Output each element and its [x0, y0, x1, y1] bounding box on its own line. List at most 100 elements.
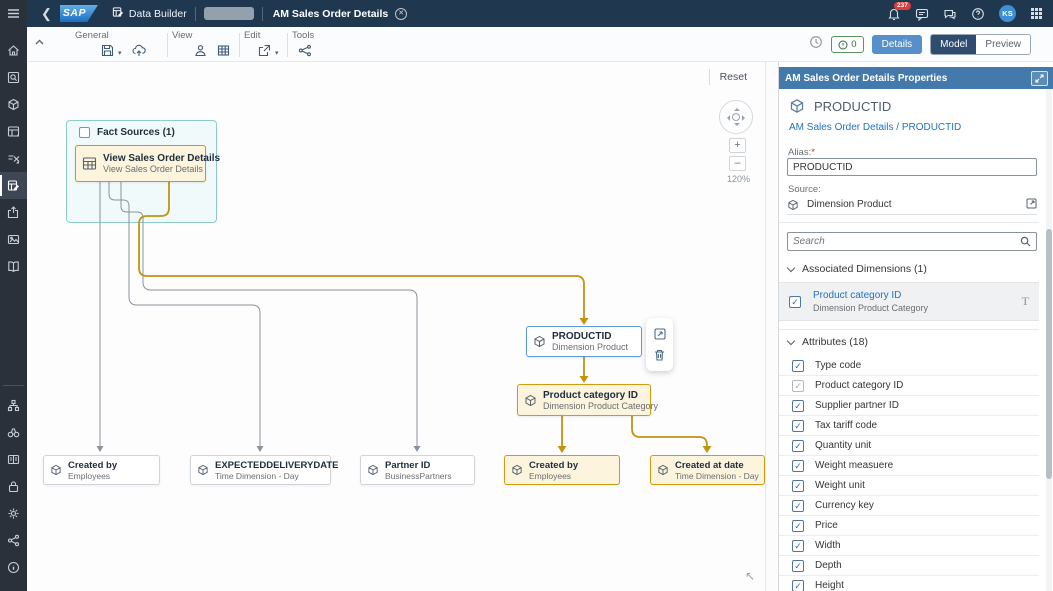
user-avatar[interactable]: KS [999, 5, 1016, 22]
edit-menu-chevron[interactable]: ▾ [275, 49, 279, 57]
dimension-node[interactable]: Created by Employees [43, 455, 160, 485]
attribute-row[interactable]: Price [779, 516, 1039, 536]
scrollbar-thumb[interactable] [1046, 229, 1052, 479]
attribute-row[interactable]: Height [779, 576, 1039, 591]
table-builder-icon[interactable] [0, 118, 27, 145]
export-edit-icon[interactable] [258, 44, 271, 62]
attribute-row[interactable]: Type code [779, 356, 1039, 376]
dimension-node[interactable]: Created at date Time Dimension - Day [650, 455, 765, 485]
open-tab-title[interactable]: AM Sales Order Details [273, 8, 389, 20]
dimension-cube-icon [51, 464, 61, 476]
save-icon[interactable] [101, 44, 114, 62]
source-row[interactable]: Dimension Product [787, 195, 1037, 215]
alias-input[interactable] [787, 158, 1037, 176]
attribute-row[interactable]: Depth [779, 556, 1039, 576]
attribute-row[interactable]: Weight unit [779, 476, 1039, 496]
dimension-node[interactable]: EXPECTEDDELIVERYDATE Time Dimension - Da… [190, 455, 339, 485]
dimension-node[interactable]: Partner ID BusinessPartners [360, 455, 475, 485]
data-builder-icon[interactable] [0, 172, 27, 199]
navigator-arrow-icon[interactable]: ↖ [745, 569, 755, 583]
share-icon[interactable] [0, 527, 27, 554]
left-sidebar [0, 0, 27, 591]
repository-search-icon[interactable] [0, 64, 27, 91]
attribute-row[interactable]: Product category ID [779, 376, 1039, 396]
deploy-icon[interactable] [131, 44, 146, 62]
attribute-row[interactable]: Weight measuere [779, 456, 1039, 476]
breadcrumb[interactable]: AM Sales Order Details / PRODUCTID [789, 122, 961, 133]
lock-icon[interactable] [0, 473, 27, 500]
delete-trash-icon[interactable] [654, 349, 665, 361]
details-button[interactable]: Details [871, 35, 923, 54]
cube-icon[interactable] [0, 91, 27, 118]
export-icon[interactable] [0, 199, 27, 226]
canvas-scroll-gutter [765, 62, 778, 591]
info-icon[interactable] [0, 554, 27, 581]
collapse-toolbar-icon[interactable] [35, 32, 44, 50]
save-menu-chevron[interactable]: ▾ [118, 49, 122, 57]
impact-analysis-icon[interactable] [653, 328, 666, 340]
zoom-in-button[interactable]: + [729, 138, 746, 153]
history-clock-icon[interactable] [809, 35, 823, 54]
dimension-checkbox[interactable] [789, 295, 801, 308]
book-icon[interactable] [0, 253, 27, 280]
generate-network-icon[interactable] [298, 44, 312, 62]
help-icon[interactable] [971, 7, 985, 21]
attribute-row[interactable]: Quantity unit [779, 436, 1039, 456]
attribute-checkbox[interactable] [792, 419, 804, 432]
attribute-checkbox[interactable] [792, 379, 804, 392]
binoculars-icon[interactable] [0, 419, 27, 446]
associated-dimension-row[interactable]: Product category ID Dimension Product Ca… [779, 282, 1039, 321]
attribute-row[interactable]: Width [779, 536, 1039, 556]
hierarchy-icon[interactable] [0, 392, 27, 419]
attribute-checkbox[interactable] [792, 519, 804, 532]
attribute-checkbox[interactable] [792, 499, 804, 512]
attribute-checkbox[interactable] [792, 559, 804, 572]
notifications-icon[interactable]: 237 [887, 1, 911, 21]
assistant-icon[interactable] [943, 7, 957, 21]
pan-control[interactable] [719, 100, 753, 134]
app-grid-icon[interactable] [1030, 7, 1043, 20]
attribute-checkbox[interactable] [792, 459, 804, 472]
reset-layout-button[interactable]: Reset [720, 71, 747, 83]
gear-icon[interactable] [0, 500, 27, 527]
model-tab[interactable]: Model [931, 35, 977, 54]
preview-tab[interactable]: Preview [976, 35, 1030, 54]
expand-panel-icon[interactable] [1031, 70, 1048, 86]
close-tab-icon[interactable]: ✕ [395, 7, 408, 20]
back-button[interactable]: ❮ [41, 6, 52, 22]
attribute-row[interactable]: Tax tariff code [779, 416, 1039, 436]
app-name[interactable]: Data Builder [129, 8, 187, 20]
attribute-checkbox[interactable] [792, 579, 804, 591]
attribute-checkbox[interactable] [792, 439, 804, 452]
validation-messages-button[interactable]: 0 [831, 36, 864, 53]
attribute-checkbox[interactable] [792, 359, 804, 372]
node-view-sales-order-details[interactable]: View Sales Order Details View Sales Orde… [75, 145, 220, 182]
attribute-row[interactable]: Supplier partner ID [779, 396, 1039, 416]
data-preview-table-icon[interactable] [217, 44, 230, 62]
attribute-checkbox[interactable] [792, 399, 804, 412]
search-icon[interactable] [1020, 236, 1031, 247]
persona-view-icon[interactable] [194, 44, 207, 62]
home-icon[interactable] [0, 37, 27, 64]
attribute-checkbox[interactable] [792, 539, 804, 552]
node-product-category-id[interactable]: Product category ID Dimension Product Ca… [517, 384, 658, 416]
zoom-out-button[interactable]: – [729, 156, 746, 171]
card-icon[interactable] [0, 446, 27, 473]
open-source-icon[interactable] [1026, 198, 1037, 212]
attributes-section[interactable]: Attributes (18) [786, 336, 868, 348]
node-productid[interactable]: PRODUCTID Dimension Product [526, 326, 642, 357]
search-input[interactable] [793, 236, 1020, 247]
diagram-canvas[interactable]: Fact Sources (1) View Sales Order Detail… [27, 62, 765, 591]
divider [194, 6, 196, 21]
panel-scrollbar[interactable] [1046, 89, 1052, 591]
attribute-checkbox[interactable] [792, 479, 804, 492]
dimension-node[interactable]: Created by Employees [504, 455, 620, 485]
transform-icon[interactable] [0, 145, 27, 172]
associated-dimensions-section[interactable]: Associated Dimensions (1) [786, 263, 927, 275]
dimension-cube-icon [525, 394, 536, 406]
feedback-icon[interactable] [915, 7, 929, 21]
attribute-row[interactable]: Currency key [779, 496, 1039, 516]
image-icon[interactable] [0, 226, 27, 253]
menu-icon[interactable] [0, 0, 27, 27]
dimension-link[interactable]: Product category ID [813, 290, 928, 301]
